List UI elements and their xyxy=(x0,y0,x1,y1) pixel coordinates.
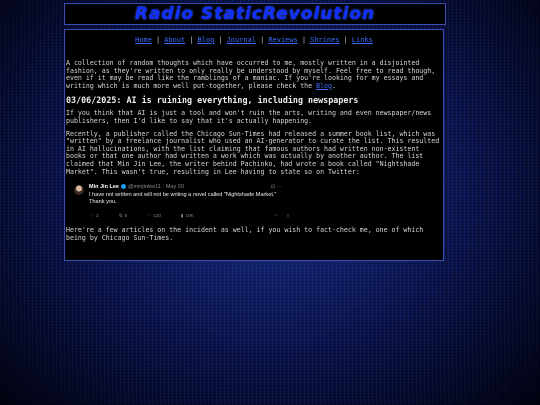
tweet-handle: @minjinlee11 · May 20 xyxy=(127,184,184,191)
tweet-top-actions: ⊡ ··· xyxy=(271,184,282,190)
verified-icon xyxy=(120,184,126,190)
view-count: 10K xyxy=(185,213,194,219)
nav-links-link[interactable]: Links xyxy=(352,36,373,44)
nav-reviews-link[interactable]: Reviews xyxy=(268,36,298,44)
nav-separator: | xyxy=(218,36,223,44)
reply-icon: ♡ xyxy=(90,213,95,219)
more-icon[interactable]: ··· xyxy=(277,184,282,190)
intro-paragraph: A collection of random thoughts which ha… xyxy=(66,59,443,90)
main-panel: Home | About | Blog | Journal | Reviews | Shrines |… xyxy=(64,29,444,261)
tweet-author-name: Min Jin Lee xyxy=(89,184,119,191)
reply-stat[interactable]: ♡ 2 xyxy=(90,213,99,219)
nav-separator: | xyxy=(301,36,307,44)
blog-inline-link[interactable]: Blog xyxy=(316,82,332,90)
views-stat[interactable]: ▮ 10K xyxy=(181,213,194,219)
entry-paragraph-1: If you think that AI is just a tool and … xyxy=(66,109,432,125)
intro-end: . xyxy=(332,81,336,90)
nav-separator: | xyxy=(260,36,265,44)
chart-icon: ▮ xyxy=(180,213,184,219)
tweet-text: I have not written and will not be writi… xyxy=(89,192,277,206)
grok-icon[interactable]: ⊡ xyxy=(271,184,275,190)
tweet-author: Min Jin Lee @minjinlee11 · May 20 xyxy=(89,184,184,190)
like-count: 120 xyxy=(153,213,161,219)
nav-journal-link[interactable]: Journal xyxy=(227,36,257,44)
intro-text: A collection of random thoughts which ha… xyxy=(66,59,436,90)
repost-stat[interactable]: ⇅ 8 xyxy=(119,213,127,219)
nav-separator: | xyxy=(189,36,194,44)
reply-count: 2 xyxy=(96,213,99,219)
site-title: Radio StaticRevolution xyxy=(134,4,376,24)
site-banner: Radio StaticRevolution xyxy=(64,3,446,25)
avatar xyxy=(74,185,84,196)
entry-heading: 03/06/2025: AI is ruining everything, in… xyxy=(66,95,359,106)
entry-paragraph-3: Here're a few articles on the incident a… xyxy=(66,226,424,242)
nav-separator: | xyxy=(343,36,348,44)
nav-bar: Home | About | Blog | Journal | Reviews | Shrines |… xyxy=(65,36,443,44)
nav-home-link[interactable]: Home xyxy=(135,36,152,44)
nav-blog-link[interactable]: Blog xyxy=(198,36,215,44)
nav-shrines-link[interactable]: Shrines xyxy=(310,36,340,44)
like-stat[interactable]: ♡ 120 xyxy=(147,213,161,219)
nav-separator: | xyxy=(155,36,161,44)
repost-count: 8 xyxy=(124,213,128,219)
embedded-tweet[interactable]: Min Jin Lee @minjinlee11 · May 20 ⊡ ··· I… xyxy=(70,182,290,223)
nav-about-link[interactable]: About xyxy=(164,36,185,44)
repost-icon: ⇅ xyxy=(118,213,123,219)
heart-icon: ♡ xyxy=(147,213,152,219)
journal-content: A collection of random thoughts which ha… xyxy=(65,59,443,242)
tweet-footer: ♡ 2 ⇅ 8 ♡ 120 ▮ 10K ⚐ ⇧ xyxy=(90,213,290,219)
share-icon[interactable]: ⇧ xyxy=(286,213,290,219)
tweet-right-actions: ⚐ ⇧ xyxy=(274,213,290,219)
bookmark-icon[interactable]: ⚐ xyxy=(274,213,278,219)
entry-paragraph-2: Recently, a publisher called the Chicago… xyxy=(66,129,440,176)
